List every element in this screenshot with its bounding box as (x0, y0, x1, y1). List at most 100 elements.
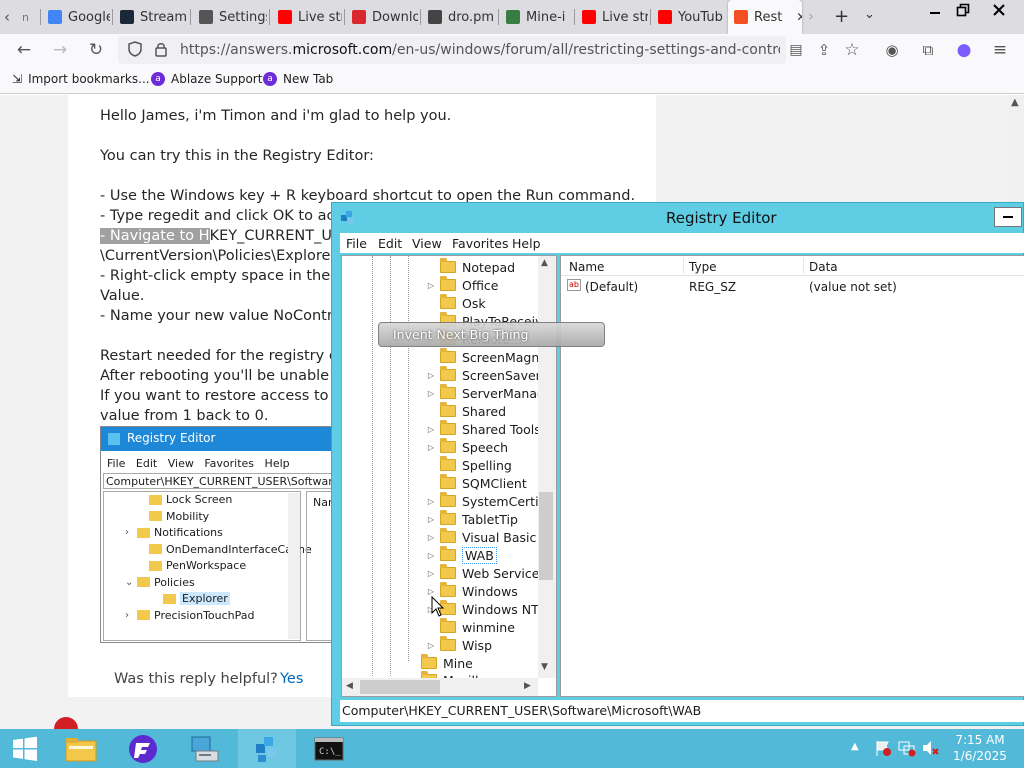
account-icon[interactable]: ◉ (882, 40, 902, 60)
tab-scroll-left-icon[interactable]: ‹ (4, 8, 10, 26)
expand-arrow-icon[interactable]: ▷ (426, 641, 436, 650)
value-row[interactable]: ab (Default) REG_SZ (value not set) (561, 278, 1024, 296)
tree-item[interactable]: Shared (426, 402, 506, 420)
tree-item-label: Windows (462, 583, 518, 599)
new-tab-icon[interactable]: + (834, 6, 849, 27)
tree-item[interactable]: Spelling (426, 456, 512, 474)
scroll-up-icon[interactable]: ▲ (1011, 97, 1019, 108)
column-name[interactable]: Name (569, 260, 604, 274)
tree-item[interactable]: ▷ SystemCertific (426, 492, 553, 510)
tab-partial[interactable]: n (22, 0, 40, 34)
tree-item[interactable]: ▷ Speech (426, 438, 508, 456)
bookmark-new-tab[interactable]: a New Tab (263, 72, 333, 86)
url-bar[interactable]: https://answers.microsoft.com/en-us/wind… (118, 36, 786, 64)
show-hidden-icons-icon[interactable]: ▲ (851, 741, 859, 752)
expand-arrow-icon[interactable]: ▷ (426, 587, 436, 596)
folder-icon (440, 564, 456, 579)
reader-view-icon[interactable]: ▤ (786, 40, 806, 60)
close-tab-icon[interactable]: ✕ (796, 10, 802, 24)
volume-muted-icon[interactable] (921, 739, 939, 760)
bookmark-star-icon[interactable]: ☆ (842, 40, 862, 60)
lock-icon[interactable] (154, 41, 168, 60)
network-icon[interactable] (898, 739, 916, 760)
menu-icon[interactable]: ≡ (990, 40, 1010, 60)
tree-horizontal-scrollbar[interactable]: ◀ ▶ (342, 678, 538, 696)
menu-help[interactable]: Help (512, 236, 541, 251)
tree-item[interactable]: Osk (426, 294, 486, 312)
scroll-right-icon[interactable]: ▶ (524, 681, 531, 691)
column-type[interactable]: Type (689, 260, 717, 274)
tab-scroll-right-icon[interactable]: › (808, 7, 814, 25)
scroll-thumb[interactable] (539, 492, 553, 580)
browser-tab[interactable]: Stream (114, 0, 188, 34)
tree-item[interactable]: ▷ Office (426, 276, 499, 294)
scroll-thumb[interactable] (360, 680, 440, 694)
command-prompt-button[interactable]: C:\_ (300, 729, 358, 768)
clock[interactable]: 7:15 AM 1/6/2025 (950, 732, 1010, 764)
expand-arrow-icon[interactable]: ▷ (426, 443, 436, 452)
expand-arrow-icon[interactable]: ▷ (426, 515, 436, 524)
bookmark-ablaze[interactable]: a Ablaze Support (151, 72, 262, 86)
tree-item[interactable]: ▷ Wisp (426, 636, 492, 654)
scroll-up-icon[interactable]: ▲ (541, 258, 548, 268)
expand-arrow-icon[interactable]: ▷ (426, 551, 436, 560)
list-tabs-icon[interactable]: ⌄ (864, 7, 875, 22)
tree-item[interactable]: Notepad (426, 258, 515, 276)
share-icon[interactable]: ⇪ (814, 40, 834, 60)
close-window-icon[interactable] (984, 0, 1014, 20)
browser-tab[interactable]: Mine-i (500, 0, 572, 34)
browser-tab[interactable]: Google (42, 0, 110, 34)
regedit-minimize-icon[interactable] (994, 207, 1022, 227)
expand-arrow-icon[interactable]: ▷ (426, 371, 436, 380)
tree-item[interactable]: ▷ Visual Basic (426, 528, 536, 546)
tree-item[interactable]: ScreenMagnifi (426, 348, 551, 366)
minimize-icon[interactable] (920, 0, 950, 20)
browser-tab[interactable]: YouTub (652, 0, 724, 34)
browser-tab[interactable]: Live str (576, 0, 648, 34)
tree-item[interactable]: ▷ WAB (426, 546, 497, 564)
menu-file[interactable]: File (346, 236, 367, 251)
action-center-flag-icon[interactable] (874, 739, 892, 760)
expand-arrow-icon[interactable]: ▷ (426, 497, 436, 506)
expand-arrow-icon[interactable]: ▷ (426, 533, 436, 542)
yes-button[interactable]: Yes (280, 671, 303, 687)
expand-arrow-icon[interactable]: ▷ (426, 425, 436, 434)
regedit-title-bar[interactable]: Registry Editor (332, 203, 1024, 233)
url-text[interactable]: https://answers.microsoft.com/en-us/wind… (180, 42, 780, 58)
menu-edit[interactable]: Edit (378, 236, 402, 251)
reload-icon[interactable]: ↻ (86, 40, 106, 60)
ablaze-browser-button[interactable] (114, 729, 172, 768)
browser-tab[interactable]: Downlo (346, 0, 418, 34)
tree-item[interactable]: ▷ ScreenSavers (426, 366, 547, 384)
menu-favorites[interactable]: Favorites (452, 236, 508, 251)
shield-icon[interactable] (128, 41, 142, 60)
expand-arrow-icon[interactable]: ▷ (426, 389, 436, 398)
column-data[interactable]: Data (809, 260, 838, 274)
menu-view[interactable]: View (412, 236, 442, 251)
scroll-down-icon[interactable]: ▼ (541, 662, 548, 672)
expand-arrow-icon[interactable]: ▷ (426, 569, 436, 578)
forward-icon[interactable]: → (50, 40, 70, 60)
bookmark-import[interactable]: ⇲ Import bookmarks... (12, 72, 150, 86)
tree-item[interactable]: ▷ ServerManage (426, 384, 553, 402)
scroll-left-icon[interactable]: ◀ (346, 681, 353, 691)
tree-item[interactable]: Mine (407, 654, 473, 672)
tree-item[interactable]: ▷ Web Service Pr (426, 564, 556, 582)
tree-item[interactable]: ▷ TabletTip (426, 510, 518, 528)
regedit-taskbar-button[interactable] (238, 729, 296, 768)
tree-vertical-scrollbar[interactable]: ▲ ▼ (538, 256, 556, 678)
tree-item[interactable]: SQMClient (426, 474, 527, 492)
extensions-icon[interactable]: ⧉ (918, 40, 938, 60)
tree-item[interactable]: ▷ Shared Tools (426, 420, 541, 438)
browser-tab[interactable]: dro.pm (422, 0, 496, 34)
browser-tab[interactable]: Rest ✕ (728, 0, 802, 34)
file-explorer-button[interactable] (52, 729, 110, 768)
restore-icon[interactable] (948, 0, 978, 20)
start-button[interactable] (0, 729, 50, 768)
browser-tab[interactable]: Live str (272, 0, 342, 34)
server-manager-button[interactable] (176, 729, 234, 768)
browser-tab[interactable]: Settings (193, 0, 267, 34)
back-icon[interactable]: ← (14, 40, 34, 60)
profile-icon[interactable]: ● (954, 40, 974, 60)
expand-arrow-icon[interactable]: ▷ (426, 281, 436, 290)
